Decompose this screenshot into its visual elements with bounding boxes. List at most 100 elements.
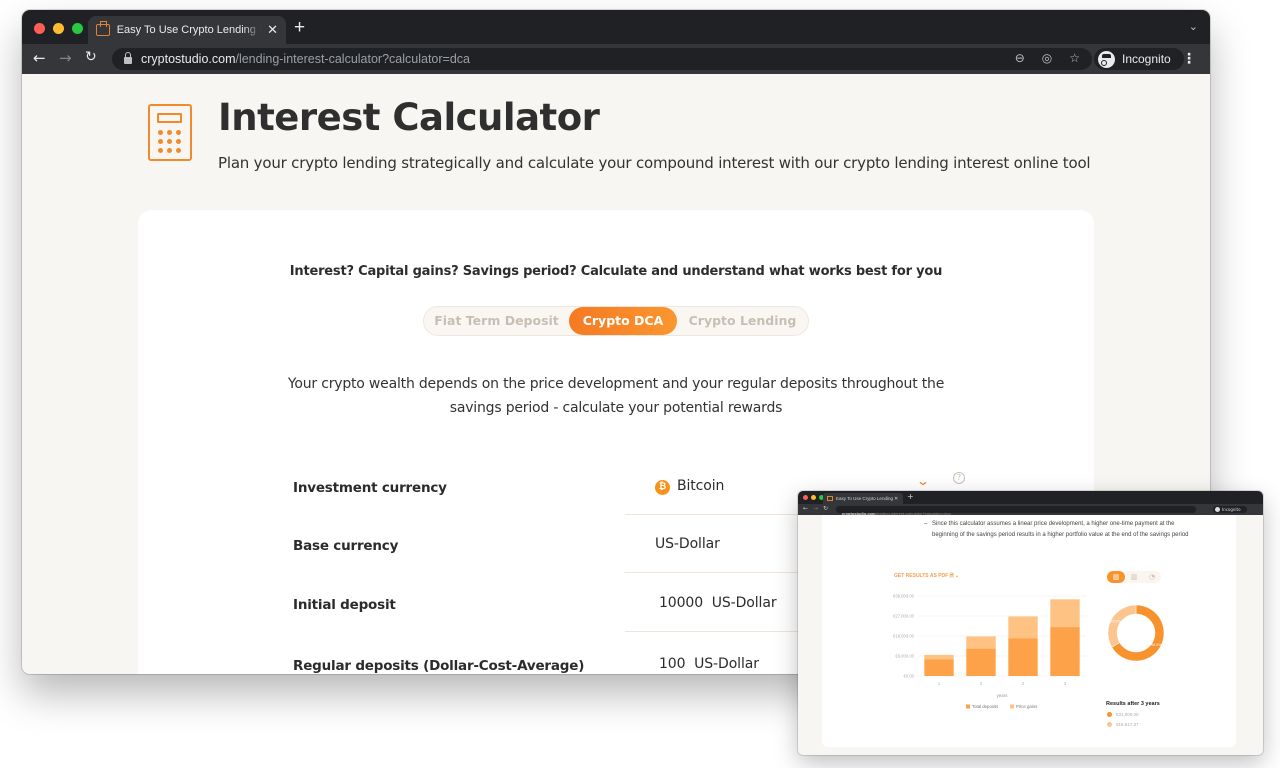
- regular-deposits-value: 100 US-Dollar: [659, 656, 759, 672]
- pdf-file-icon: 🗎: [949, 573, 954, 579]
- pie-chart-icon: ◔: [1148, 573, 1156, 581]
- inset-browser-tab: Easy To Use Crypto Lending In ✕: [823, 493, 903, 504]
- pdf-label: GET RESULTS AS PDF: [894, 573, 949, 579]
- address-bar[interactable]: cryptostudio.com/lending-interest-calcul…: [112, 48, 1092, 70]
- inset-toolbar: ← → ↻ cryptostudio.com/lending-interest-…: [798, 504, 1263, 516]
- inset-back-icon: ←: [803, 505, 809, 512]
- chevron-down-icon[interactable]: ⌄: [916, 474, 930, 488]
- browser-tab[interactable]: Easy To Use Crypto Lending Interest Calc…: [88, 16, 286, 44]
- bar-price-gains: [966, 636, 996, 649]
- calculator-question: Interest? Capital gains? Savings period?…: [289, 264, 943, 279]
- back-arrow-icon[interactable]: ←: [33, 49, 46, 67]
- initial-deposit-value: 10000 US-Dollar: [659, 595, 777, 611]
- tab-crypto-dca[interactable]: Crypto DCA: [569, 307, 677, 335]
- donut-slice-label: 33.5%: [1110, 620, 1121, 624]
- calculator-type-tabs: Fiat Term Deposit Crypto DCA Crypto Lend…: [423, 306, 809, 336]
- lock-icon: [124, 52, 132, 64]
- x-axis-label: years: [996, 693, 1008, 698]
- inset-page: – Since this calculator assumes a linear…: [798, 515, 1263, 755]
- chart-view-toggle: ▥ ▥ ◔: [1107, 571, 1161, 583]
- base-currency-label: Base currency: [293, 538, 399, 554]
- bar-total-deposits: [1050, 627, 1080, 676]
- incognito-label: Incognito: [1122, 52, 1171, 66]
- total-deposits-dot: [1107, 712, 1112, 717]
- page-title: Interest Calculator: [218, 96, 600, 139]
- url-host: cryptostudio.com: [141, 52, 236, 66]
- total-deposits-value: €31,000.00: [1116, 712, 1139, 717]
- inset-close-button: [803, 495, 808, 500]
- y-tick-label: €36,000.00: [893, 594, 915, 599]
- combined-chart-icon: ▥: [1107, 571, 1125, 583]
- inset-results-card: – Since this calculator assumes a linear…: [822, 515, 1236, 747]
- inset-new-tab-icon: +: [907, 492, 914, 501]
- bullet-dash: –: [924, 521, 928, 527]
- inset-minimize-button: [811, 495, 816, 500]
- more-menu-icon[interactable]: ⋮: [1182, 51, 1196, 67]
- bar-price-gains: [1050, 599, 1080, 628]
- url-path: /lending-interest-calculator?calculator=…: [235, 52, 470, 66]
- forward-arrow-icon[interactable]: →: [59, 49, 72, 67]
- reload-icon[interactable]: ↻: [85, 49, 97, 65]
- calculator-description: Your crypto wealth depends on the price …: [287, 376, 945, 416]
- y-tick-label: €9,000.00: [895, 654, 914, 659]
- inset-reload-icon: ↻: [823, 505, 829, 512]
- result-price-gains: €15,617.37: [1107, 722, 1139, 727]
- pdf-chevron-icon: ⌄: [954, 573, 960, 579]
- inset-favicon-icon: [827, 496, 833, 501]
- minimize-window-button[interactable]: [53, 23, 64, 34]
- legend-swatch-total-deposits: [966, 704, 970, 709]
- regular-deposits-label: Regular deposits (Dollar-Cost-Average): [293, 658, 585, 674]
- incognito-profile-button[interactable]: Incognito: [1094, 48, 1184, 70]
- inset-address-bar: cryptostudio.com/lending-interest-calcul…: [836, 506, 1196, 516]
- results-title: Results after 3 years: [1106, 701, 1160, 707]
- donut-chart: 66.5% 33.5%: [1107, 604, 1165, 662]
- result-total-deposits: €31,000.00: [1107, 712, 1139, 717]
- investment-currency-label: Investment currency: [293, 480, 447, 496]
- x-tick-label: 1: [938, 681, 941, 686]
- help-icon[interactable]: ?: [953, 472, 965, 484]
- bar-chart-icon: ▥: [1130, 573, 1138, 581]
- inset-close-tab-icon: ✕: [894, 495, 899, 502]
- inset-note: – Since this calculator assumes a linear…: [924, 519, 1192, 541]
- inset-tab-title: Easy To Use Crypto Lending In: [836, 496, 894, 501]
- close-window-button[interactable]: [34, 23, 45, 34]
- page-subtitle: Plan your crypto lending strategically a…: [218, 154, 1091, 172]
- price-gains-dot: [1107, 722, 1112, 727]
- get-results-pdf-button: GET RESULTS AS PDF 🗎 ⌄: [894, 573, 959, 581]
- new-tab-button[interactable]: +: [294, 17, 305, 39]
- bar-total-deposits: [1008, 638, 1038, 676]
- investment-currency-value: Bitcoin: [677, 478, 725, 494]
- price-gains-value: €15,617.37: [1116, 722, 1139, 727]
- base-currency-value: US-Dollar: [655, 536, 720, 552]
- zoom-icon[interactable]: ⊖: [1015, 51, 1025, 65]
- maximize-window-button[interactable]: [72, 23, 83, 34]
- bitcoin-icon: ₿: [655, 480, 670, 495]
- results-preview-window: Easy To Use Crypto Lending In ✕ + ← → ↻ …: [798, 491, 1263, 755]
- inset-forward-icon: →: [813, 505, 819, 512]
- y-tick-label: €18,000.00: [893, 634, 915, 639]
- url-text: cryptostudio.com/lending-interest-calcul…: [141, 52, 470, 66]
- bar-price-gains: [1008, 616, 1038, 639]
- inset-note-text: Since this calculator assumes a linear p…: [932, 521, 1189, 538]
- browser-toolbar: ← → ↻ cryptostudio.com/lending-interest-…: [22, 44, 1210, 74]
- y-tick-label: €27,000.00: [893, 614, 915, 619]
- tab-crypto-lending[interactable]: Crypto Lending: [677, 307, 808, 335]
- bar-price-gains: [924, 654, 954, 660]
- bar-total-deposits: [966, 648, 996, 676]
- window-controls: [34, 23, 83, 34]
- eye-off-icon[interactable]: ◎: [1042, 51, 1052, 65]
- calculator-favicon-icon: [96, 21, 110, 36]
- legend-label-total-deposits: Total deposits: [972, 704, 998, 709]
- tab-fiat-term-deposit[interactable]: Fiat Term Deposit: [424, 307, 569, 335]
- donut-slice-label: 66.5%: [1151, 643, 1162, 647]
- address-bar-icons: ⊖ ◎ ☆: [1015, 51, 1080, 65]
- bar-total-deposits: [924, 659, 954, 676]
- close-tab-icon[interactable]: ✕: [267, 23, 278, 38]
- donut-slice-price-gains: [1107, 604, 1137, 648]
- star-icon[interactable]: ☆: [1069, 51, 1080, 65]
- tab-bar: Easy To Use Crypto Lending Interest Calc…: [22, 10, 1210, 44]
- incognito-icon: [1098, 50, 1115, 68]
- tab-search-chevron-icon[interactable]: ⌄: [1189, 20, 1198, 33]
- initial-deposit-label: Initial deposit: [293, 597, 396, 613]
- calculator-icon: [148, 104, 192, 161]
